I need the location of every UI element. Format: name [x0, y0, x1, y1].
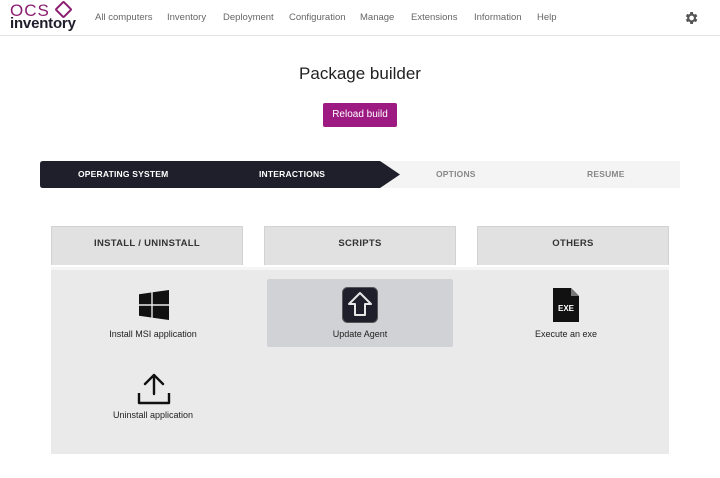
nav-manage[interactable]: Manage [360, 12, 394, 23]
step-interactions[interactable]: INTERACTIONS [259, 161, 325, 188]
top-navbar: OCS inventory All computers Inventory De… [0, 0, 720, 36]
logo-bottom-text: inventory [10, 15, 76, 32]
exe-file-icon: EXE [553, 288, 579, 322]
build-stepper: OPERATING SYSTEM INTERACTIONS OPTIONS RE… [40, 161, 680, 188]
nav-deployment[interactable]: Deployment [223, 12, 274, 23]
nav-configuration[interactable]: Configuration [289, 12, 346, 23]
update-agent-card[interactable]: Update Agent [267, 279, 453, 347]
nav-inventory[interactable]: Inventory [167, 12, 206, 23]
execute-exe-label: Execute an exe [534, 329, 598, 339]
install-msi-card[interactable]: Install MSI application [88, 282, 218, 346]
uninstall-label: Uninstall application [112, 410, 194, 420]
settings-gear-icon[interactable] [683, 10, 699, 26]
step-options[interactable]: OPTIONS [436, 161, 476, 188]
reload-build-button[interactable]: Reload build [323, 103, 397, 127]
upload-tray-icon [137, 373, 171, 405]
nav-extensions[interactable]: Extensions [411, 12, 457, 23]
nav-information[interactable]: Information [474, 12, 522, 23]
ocs-inventory-logo[interactable]: OCS inventory [10, 0, 76, 33]
nav-all-computers[interactable]: All computers [95, 12, 153, 23]
nav-help[interactable]: Help [537, 12, 557, 23]
update-agent-label: Update Agent [332, 329, 388, 339]
uninstall-card[interactable]: Uninstall application [88, 370, 218, 426]
tab-scripts[interactable]: SCRIPTS [264, 226, 456, 265]
tab-others[interactable]: OTHERS [477, 226, 669, 265]
execute-exe-card[interactable]: EXE Execute an exe [516, 282, 616, 346]
install-msi-label: Install MSI application [109, 329, 197, 339]
svg-text:EXE: EXE [558, 304, 575, 313]
step-operating-system[interactable]: OPERATING SYSTEM [78, 161, 168, 188]
upload-arrow-icon [342, 287, 378, 323]
windows-icon [139, 290, 169, 320]
page-title: Package builder [299, 64, 421, 83]
tab-install-uninstall[interactable]: INSTALL / UNINSTALL [51, 226, 243, 265]
step-resume[interactable]: RESUME [587, 161, 625, 188]
